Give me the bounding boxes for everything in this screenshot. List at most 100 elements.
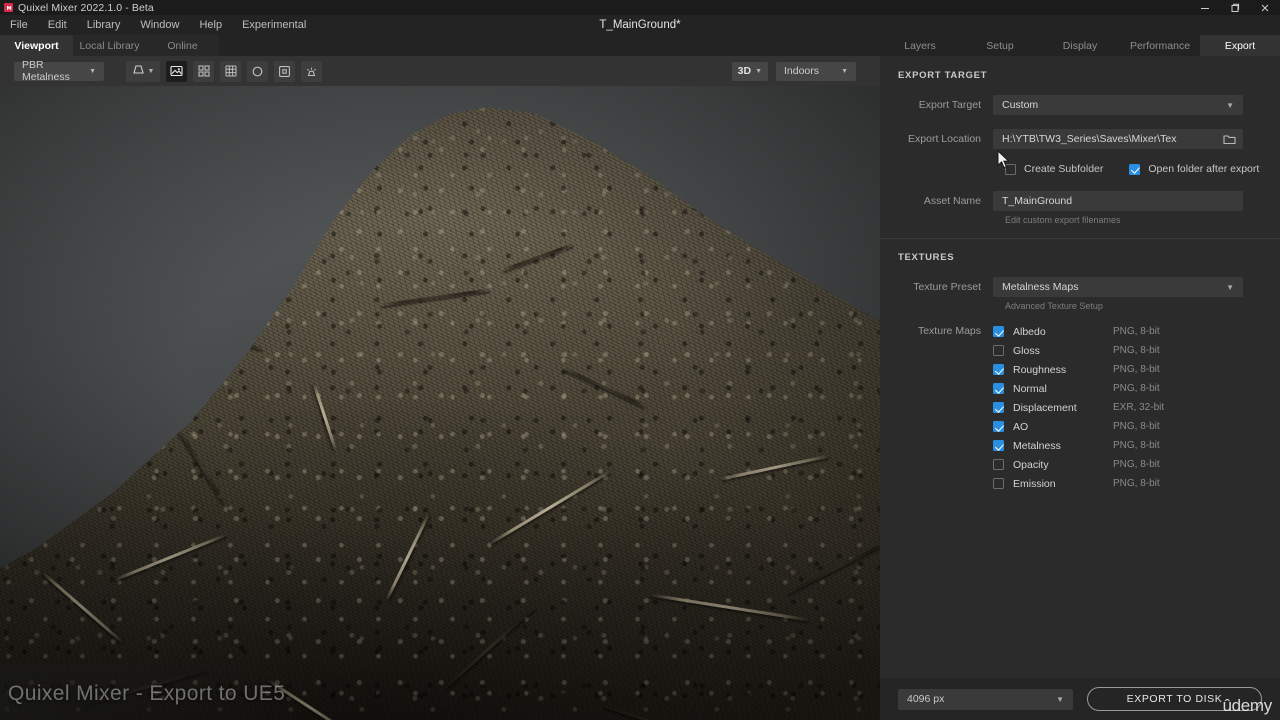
texture-map-format: PNG, 8-bit [1113, 421, 1160, 432]
texture-map-name: Normal [1013, 382, 1047, 395]
texture-map-name: Gloss [1013, 344, 1040, 357]
texture-map-format: PNG, 8-bit [1113, 364, 1160, 375]
resolution-select[interactable]: 4096 px ▼ [898, 688, 1073, 710]
title-bar: Quixel Mixer 2022.1.0 - Beta [0, 0, 1280, 15]
viewport-toolbar: PBR Metalness ▼ ▼ 3D ▼ Indoors ▼ [0, 56, 880, 86]
shader-mode-value: PBR Metalness [22, 59, 70, 83]
chevron-down-icon: ▼ [755, 67, 762, 75]
environment-select[interactable]: Indoors ▼ [776, 61, 856, 81]
export-target-section-title: EXPORT TARGET [898, 70, 988, 81]
texture-map-name: Roughness [1013, 363, 1067, 376]
workspace-tabs: Viewport Local Library Online [0, 35, 880, 56]
asset-name-input[interactable]: T_MainGround [993, 191, 1243, 211]
texture-map-row-opacity[interactable]: Opacity PNG, 8-bit [993, 455, 1280, 474]
lighting-preset-button[interactable]: ▼ [126, 60, 160, 82]
export-target-value: Custom [1002, 99, 1039, 111]
texture-preset-select[interactable]: Metalness Maps ▼ [993, 277, 1243, 297]
dimension-value: 3D [737, 65, 752, 77]
texture-map-name: Displacement [1013, 401, 1077, 414]
menu-edit[interactable]: Edit [38, 15, 77, 35]
checker-grid-icon[interactable] [220, 60, 241, 82]
texture-map-format: PNG, 8-bit [1113, 478, 1160, 489]
checkbox-box [993, 345, 1004, 356]
texture-map-row-albedo[interactable]: Albedo PNG, 8-bit [993, 322, 1280, 341]
checkbox-box [993, 326, 1004, 337]
terrain-mound-mesh [0, 107, 880, 720]
menu-help[interactable]: Help [189, 15, 232, 35]
minimize-button[interactable] [1190, 0, 1220, 15]
quixel-mixer-window: Quixel Mixer 2022.1.0 - Beta File Edit L… [0, 0, 1280, 720]
chevron-down-icon: ▼ [841, 67, 848, 75]
shader-mode-select[interactable]: PBR Metalness ▼ [14, 59, 104, 83]
grid-quad-icon[interactable] [193, 60, 214, 82]
checkbox-box [1129, 163, 1141, 175]
tab-performance[interactable]: Performance [1120, 35, 1200, 56]
menu-window[interactable]: Window [130, 15, 189, 35]
texture-map-row-ao[interactable]: AO PNG, 8-bit [993, 417, 1280, 436]
texture-map-name: Opacity [1013, 458, 1049, 471]
tab-display[interactable]: Display [1040, 35, 1120, 56]
texture-map-row-emission[interactable]: Emission PNG, 8-bit [993, 474, 1280, 493]
checkbox-box [993, 478, 1004, 489]
image-view-icon[interactable] [166, 60, 187, 82]
chevron-down-icon: ▼ [1056, 694, 1064, 704]
texture-map-name: Metalness [1013, 439, 1061, 452]
texture-map-row-normal[interactable]: Normal PNG, 8-bit [993, 379, 1280, 398]
texture-map-row-gloss[interactable]: Gloss PNG, 8-bit [993, 341, 1280, 360]
environment-value: Indoors [784, 65, 820, 77]
export-footer: 4096 px ▼ EXPORT TO DISK ûdemy [880, 678, 1280, 720]
dimension-select[interactable]: 3D ▼ [731, 61, 768, 81]
twig-debris-layer [0, 107, 880, 720]
texture-map-row-metalness[interactable]: Metalness PNG, 8-bit [993, 436, 1280, 455]
create-subfolder-checkbox[interactable]: Create Subfolder [1005, 163, 1103, 175]
texture-map-format: PNG, 8-bit [1113, 459, 1160, 470]
texture-map-format: PNG, 8-bit [1113, 383, 1160, 394]
tab-layers[interactable]: Layers [880, 35, 960, 56]
sphere-icon[interactable] [247, 60, 268, 82]
asset-name-value: T_MainGround [1002, 195, 1073, 207]
texture-preset-label: Texture Preset [913, 281, 981, 293]
menu-experimental[interactable]: Experimental [232, 15, 316, 35]
advanced-texture-setup-link[interactable]: Advanced Texture Setup [880, 301, 1280, 311]
chevron-down-icon: ▼ [1226, 100, 1234, 110]
tab-setup[interactable]: Setup [960, 35, 1040, 56]
window-controls [1190, 0, 1280, 15]
menu-bar: File Edit Library Window Help Experiment… [0, 15, 1280, 35]
menu-file[interactable]: File [0, 15, 38, 35]
export-to-disk-button[interactable]: EXPORT TO DISK [1087, 687, 1262, 711]
viewport-3d-canvas[interactable]: Quixel Mixer - Export to UE5 [0, 86, 880, 720]
plane-icon[interactable] [274, 60, 295, 82]
resolution-value: 4096 px [907, 693, 945, 705]
close-button[interactable] [1250, 0, 1280, 15]
texture-preset-value: Metalness Maps [1002, 281, 1079, 293]
checkbox-box [993, 402, 1004, 413]
export-location-input[interactable]: H:\YTB\TW3_Series\Saves\Mixer\Tex [993, 129, 1243, 149]
mixer-logo-icon [4, 3, 13, 12]
lamp-icon [132, 62, 145, 80]
chevron-down-icon: ▼ [89, 67, 96, 75]
viewport-right-tools: 3D ▼ Indoors ▼ [731, 61, 880, 81]
right-properties-panel: Layers Setup Display Performance Export … [880, 35, 1280, 720]
texture-map-name: Albedo [1013, 325, 1046, 338]
panel-tabs: Layers Setup Display Performance Export [880, 35, 1280, 56]
chevron-down-icon: ▼ [147, 67, 155, 75]
light-rig-icon[interactable] [301, 60, 322, 82]
folder-icon[interactable] [1219, 131, 1239, 147]
open-folder-after-export-checkbox[interactable]: Open folder after export [1129, 163, 1259, 175]
tab-export[interactable]: Export [1200, 35, 1280, 56]
tab-viewport[interactable]: Viewport [0, 35, 73, 56]
tab-online[interactable]: Online [146, 35, 219, 56]
export-location-label: Export Location [908, 133, 981, 145]
texture-map-row-displacement[interactable]: Displacement EXR, 32-bit [993, 398, 1280, 417]
menu-library[interactable]: Library [77, 15, 131, 35]
asset-name-hint[interactable]: Edit custom export filenames [880, 215, 1280, 225]
texture-map-row-roughness[interactable]: Roughness PNG, 8-bit [993, 360, 1280, 379]
checkbox-box [993, 421, 1004, 432]
maximize-button[interactable] [1220, 0, 1250, 15]
export-target-select[interactable]: Custom ▼ [993, 95, 1243, 115]
texture-maps-label: Texture Maps [917, 325, 981, 337]
texture-map-name: AO [1013, 420, 1029, 433]
texture-map-format: PNG, 8-bit [1113, 345, 1160, 356]
tab-local-library[interactable]: Local Library [73, 35, 146, 56]
checkbox-box [993, 383, 1004, 394]
